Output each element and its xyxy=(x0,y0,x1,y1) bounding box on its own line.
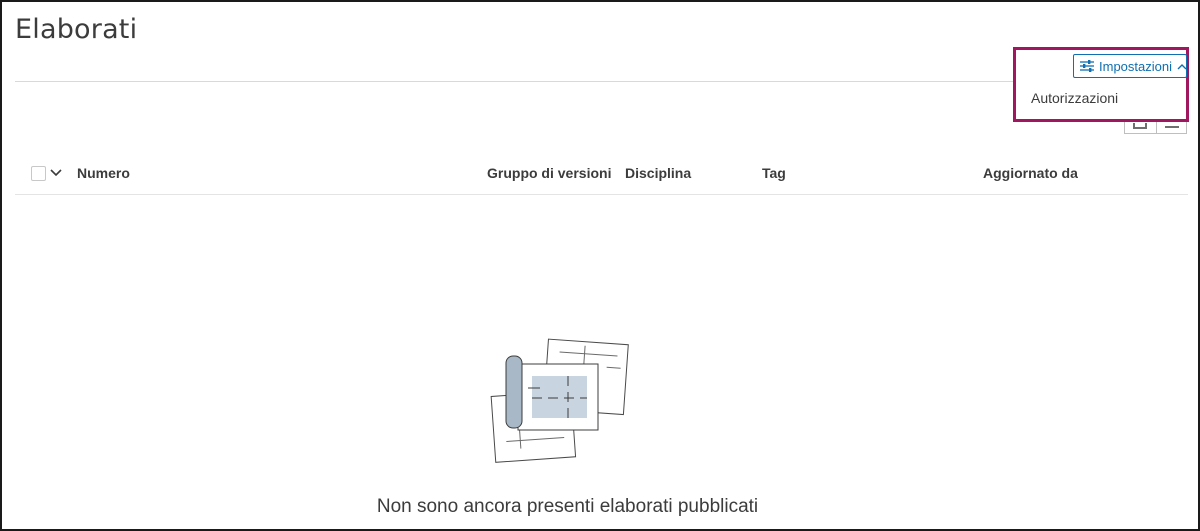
menu-item-permissions[interactable]: Autorizzazioni xyxy=(1031,90,1118,106)
column-header-discipline[interactable]: Disciplina xyxy=(625,165,691,181)
sliders-icon xyxy=(1080,60,1094,72)
chevron-up-icon xyxy=(1177,63,1187,69)
column-header-tag[interactable]: Tag xyxy=(762,165,786,181)
list-view-button[interactable] xyxy=(1155,121,1187,133)
settings-button[interactable]: Impostazioni xyxy=(1073,54,1187,78)
grid-view-icon xyxy=(1133,123,1147,129)
view-toggle xyxy=(1124,121,1187,134)
column-header-number[interactable]: Numero xyxy=(77,165,130,181)
grid-view-button[interactable] xyxy=(1125,121,1156,133)
page-title: Elaborati xyxy=(15,14,138,45)
list-view-icon xyxy=(1164,126,1179,128)
settings-button-label: Impostazioni xyxy=(1099,58,1172,74)
column-header-version-set[interactable]: Gruppo di versioni xyxy=(487,165,611,181)
sheets-illustration-icon xyxy=(490,338,629,463)
column-header-updated-by[interactable]: Aggiornato da xyxy=(983,165,1078,181)
select-all-checkbox[interactable] xyxy=(31,166,46,181)
empty-state-message: Non sono ancora presenti elaborati pubbl… xyxy=(376,496,759,517)
table-header: Numero Gruppo di versioni Disciplina Tag… xyxy=(15,152,1188,195)
chevron-down-icon[interactable] xyxy=(50,165,62,181)
